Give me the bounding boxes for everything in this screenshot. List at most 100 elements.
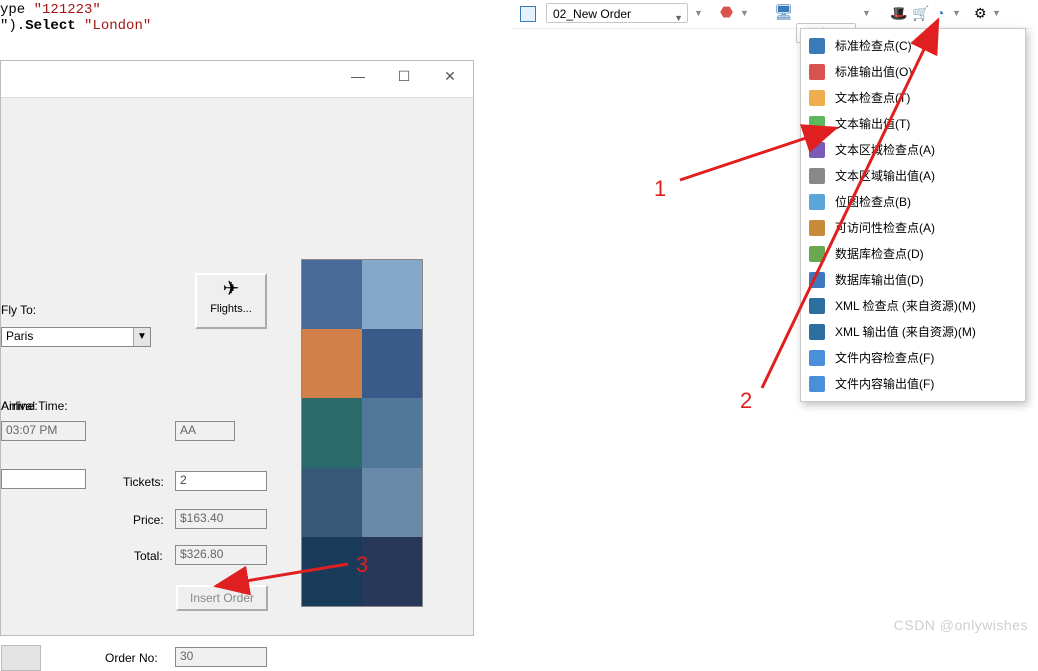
tool-icon-2[interactable]: 🛒 <box>912 3 929 23</box>
menu-item-label: 文件内容检查点(F) <box>835 351 934 365</box>
menu-item-icon <box>809 246 825 262</box>
action-combo-value: 02_New Order <box>553 7 631 21</box>
airline-label: Airline: <box>1 399 38 413</box>
dropdown-icon[interactable]: ▼ <box>740 3 749 23</box>
menu-item-3[interactable]: 文本输出值(T) <box>801 111 1025 137</box>
order-no-field: 30 <box>175 647 267 667</box>
price-label: Price: <box>133 513 164 527</box>
dropdown-icon[interactable]: ▼ <box>694 3 703 23</box>
order-no-label: Order No: <box>105 651 158 665</box>
airplane-icon: ✈ <box>197 275 265 303</box>
airline-value: AA <box>180 423 196 437</box>
tickets-field[interactable]: 2 <box>175 471 267 491</box>
menu-item-label: 文本区域输出值(A) <box>835 169 935 183</box>
menu-item-label: 标准检查点(C) <box>835 39 912 53</box>
menu-item-label: 文件内容输出值(F) <box>835 377 934 391</box>
menu-item-icon <box>809 298 825 314</box>
gears-icon[interactable]: ⚙ <box>974 3 987 23</box>
annotation-2: 2 <box>740 388 752 414</box>
code-text: ype <box>0 2 34 18</box>
dialog-content: Fly To: Paris ▼ ✈ Flights... Arrival Tim… <box>1 131 473 631</box>
order-no-value: 30 <box>180 649 193 663</box>
dropdown-icon[interactable]: ▼ <box>992 3 1001 23</box>
menu-item-label: 文本区域检查点(A) <box>835 143 935 157</box>
code-method: Select <box>25 18 75 34</box>
minimize-button[interactable]: — <box>335 61 381 91</box>
total-field: $326.80 <box>175 545 267 565</box>
menu-item-label: 可访问性检查点(A) <box>835 221 935 235</box>
menu-item-icon <box>809 116 825 132</box>
toolbar: 02_New Order▼ ▼ ⬣ ▼ 🖥 默认▼ ▼ 🎩 🛒 ◔ ▼ ⚙ ▼ <box>512 0 1032 29</box>
menu-item-0[interactable]: 标准检查点(C) <box>801 33 1025 59</box>
menu-item-icon <box>809 324 825 340</box>
menu-item-7[interactable]: 可访问性检查点(A) <box>801 215 1025 241</box>
flights-button[interactable]: ✈ Flights... <box>195 273 267 329</box>
fly-to-value: Paris <box>6 329 33 343</box>
menu-item-icon <box>809 376 825 392</box>
total-label: Total: <box>134 549 163 563</box>
tool-icon-1[interactable]: 🎩 <box>890 3 907 23</box>
menu-item-label: 文本输出值(T) <box>835 117 910 131</box>
monitor-icon[interactable]: 🖥 <box>774 3 793 23</box>
menu-item-12[interactable]: 文件内容检查点(F) <box>801 345 1025 371</box>
stop-indicator-icon[interactable] <box>520 3 536 23</box>
code-string: "London" <box>76 18 152 34</box>
close-button[interactable]: ✕ <box>427 61 473 91</box>
menu-item-icon <box>809 142 825 158</box>
menu-item-label: 标准输出值(O) <box>835 65 912 79</box>
insert-order-label: Insert Order <box>190 591 254 605</box>
fly-to-combo[interactable]: Paris ▼ <box>1 327 151 347</box>
left-pane: ype "121223" ").Select "London" — ☐ ✕ Fl… <box>0 0 498 639</box>
code-snippet: ype "121223" ").Select "London" <box>0 0 498 62</box>
menu-item-10[interactable]: XML 检查点 (来自资源)(M) <box>801 293 1025 319</box>
chevron-down-icon: ▼ <box>133 328 150 346</box>
menu-item-icon <box>809 272 825 288</box>
menu-item-2[interactable]: 文本检查点(T) <box>801 85 1025 111</box>
menu-item-13[interactable]: 文件内容输出值(F) <box>801 371 1025 397</box>
package-icon[interactable]: ⬣ <box>720 3 733 23</box>
menu-item-8[interactable]: 数据库检查点(D) <box>801 241 1025 267</box>
price-field: $163.40 <box>175 509 267 529</box>
arrival-time-field: 03:07 PM <box>1 421 86 441</box>
tickets-label: Tickets: <box>123 475 164 489</box>
action-combo[interactable]: 02_New Order▼ <box>546 3 688 23</box>
price-value: $163.40 <box>180 511 223 525</box>
menu-item-icon <box>809 220 825 236</box>
menu-item-9[interactable]: 数据库输出值(D) <box>801 267 1025 293</box>
flight-dialog: — ☐ ✕ Fly To: Paris ▼ ✈ Flights... Arriv… <box>0 60 474 636</box>
watermark: CSDN @onlywishes <box>894 617 1028 633</box>
menu-item-5[interactable]: 文本区域输出值(A) <box>801 163 1025 189</box>
right-pane: 02_New Order▼ ▼ ⬣ ▼ 🖥 默认▼ ▼ 🎩 🛒 ◔ ▼ ⚙ ▼ … <box>498 0 1038 639</box>
menu-item-label: XML 检查点 (来自资源)(M) <box>835 299 976 313</box>
menu-item-label: XML 输出值 (来自资源)(M) <box>835 325 976 339</box>
menu-item-icon <box>809 168 825 184</box>
menu-item-4[interactable]: 文本区域检查点(A) <box>801 137 1025 163</box>
menu-item-1[interactable]: 标准输出值(O) <box>801 59 1025 85</box>
annotation-3: 3 <box>356 552 368 578</box>
arrival-time-value: 03:07 PM <box>6 423 57 437</box>
menu-item-6[interactable]: 位图检查点(B) <box>801 189 1025 215</box>
menu-item-icon <box>809 90 825 106</box>
menu-item-label: 数据库输出值(D) <box>835 273 924 287</box>
code-string: "121223" <box>34 2 101 18</box>
gray-bar <box>1 645 41 671</box>
menu-item-11[interactable]: XML 输出值 (来自资源)(M) <box>801 319 1025 345</box>
checkpoint-context-menu: 标准检查点(C) 标准输出值(O) 文本检查点(T) 文本输出值(T) 文本区域检查点(… <box>800 28 1026 402</box>
menu-item-icon <box>809 38 825 54</box>
checkpoint-menu-button[interactable]: ◔ <box>936 3 944 23</box>
menu-item-label: 文本检查点(T) <box>835 91 910 105</box>
fly-to-label: Fly To: <box>1 303 36 317</box>
blank-field-1[interactable] <box>1 469 86 489</box>
menu-item-icon <box>809 350 825 366</box>
menu-item-label: 位图检查点(B) <box>835 195 911 209</box>
airline-field: AA <box>175 421 235 441</box>
total-value: $326.80 <box>180 547 223 561</box>
dropdown-icon[interactable]: ▼ <box>952 3 961 23</box>
menu-item-icon <box>809 64 825 80</box>
titlebar: — ☐ ✕ <box>1 61 473 98</box>
dropdown-icon[interactable]: ▼ <box>862 3 871 23</box>
insert-order-button[interactable]: Insert Order <box>176 585 268 611</box>
menu-item-icon <box>809 194 825 210</box>
code-text: "). <box>0 18 25 34</box>
maximize-button[interactable]: ☐ <box>381 61 427 91</box>
